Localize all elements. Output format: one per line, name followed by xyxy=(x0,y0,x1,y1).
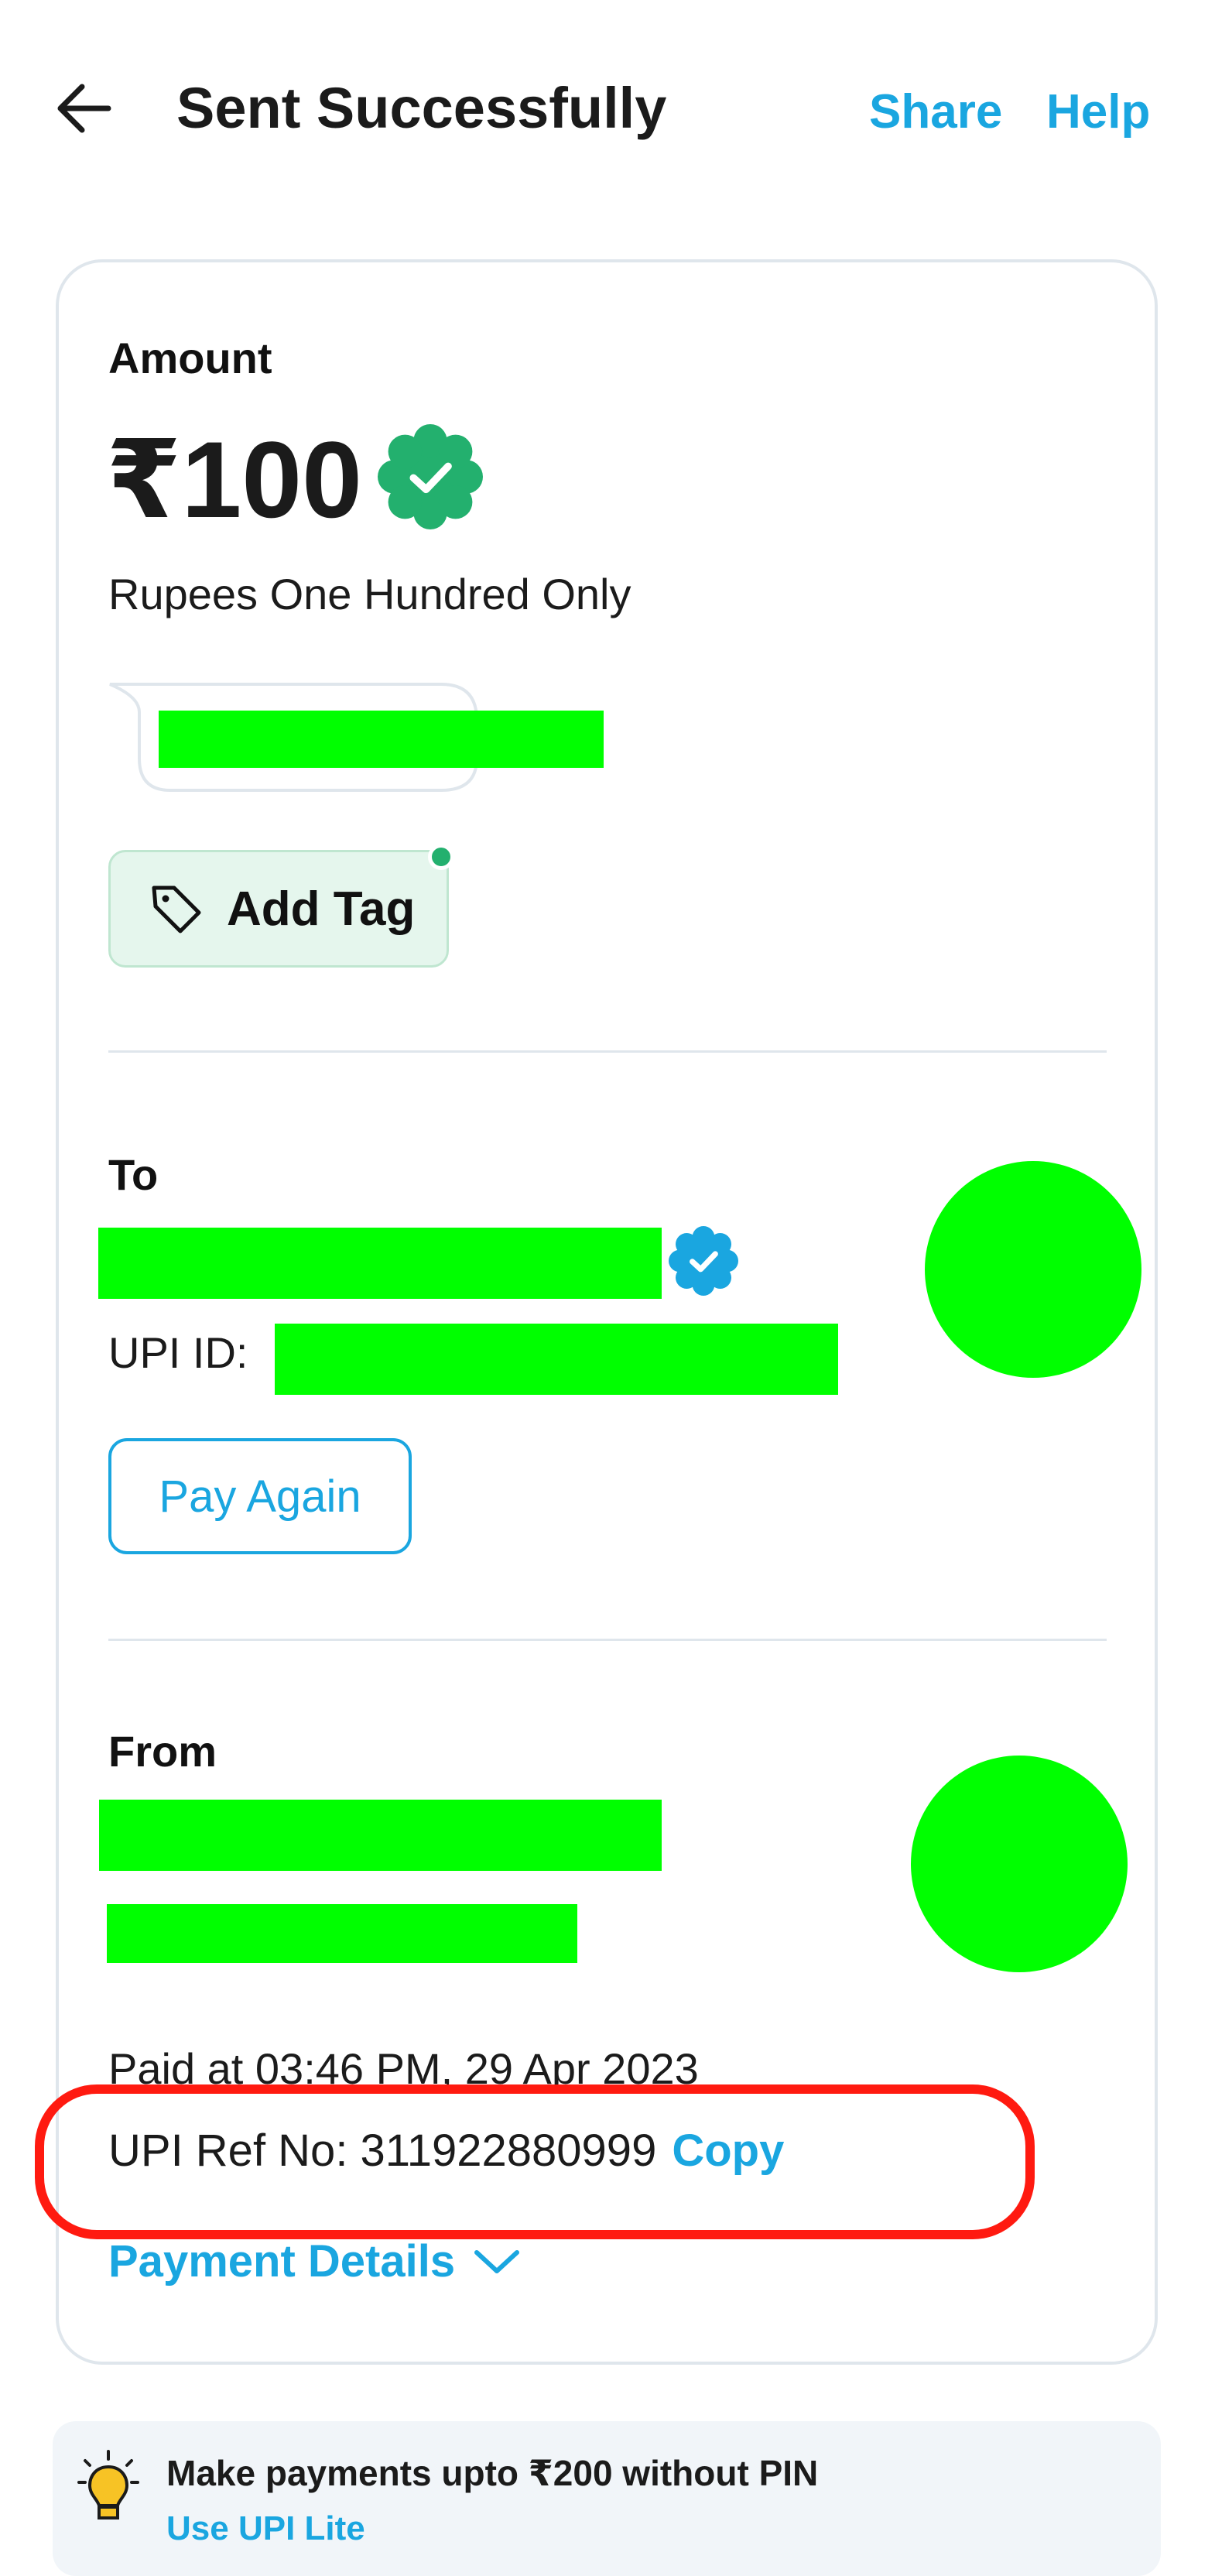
verified-badge-icon xyxy=(378,424,483,529)
payment-details-label: Payment Details xyxy=(108,2236,456,2287)
sender-account-redacted xyxy=(107,1904,577,1963)
sender-avatar xyxy=(911,1756,1128,1972)
paid-at-timestamp: Paid at 03:46 PM, 29 Apr 2023 xyxy=(108,2044,699,2088)
add-tag-button[interactable]: Add Tag xyxy=(108,850,449,968)
new-indicator-dot xyxy=(428,844,454,870)
divider xyxy=(108,1639,1107,1641)
pay-again-button[interactable]: Pay Again xyxy=(108,1438,412,1554)
arrow-left-icon xyxy=(57,84,111,133)
page-title: Sent Successfully xyxy=(176,76,667,140)
back-button[interactable] xyxy=(54,74,132,143)
help-button[interactable]: Help xyxy=(1046,77,1150,147)
use-upi-lite-link[interactable]: Use UPI Lite xyxy=(166,2509,365,2548)
annotation-highlight xyxy=(35,2084,1035,2239)
sender-name-redacted xyxy=(99,1800,662,1871)
upi-id-redacted xyxy=(275,1324,838,1395)
amount-in-words: Rupees One Hundred Only xyxy=(108,570,631,618)
upi-lite-tip-banner[interactable] xyxy=(53,2421,1161,2576)
from-label: From xyxy=(108,1727,217,1776)
note-redacted xyxy=(159,711,604,768)
verified-badge-icon xyxy=(669,1226,738,1296)
lightbulb-icon xyxy=(77,2450,139,2519)
share-button[interactable]: Share xyxy=(869,77,1002,147)
tag-icon xyxy=(152,886,201,933)
upi-id-label: UPI ID: xyxy=(108,1328,248,1377)
to-label: To xyxy=(108,1150,159,1199)
tip-title: Make payments upto ₹200 without PIN xyxy=(166,2453,819,2493)
payment-details-toggle[interactable]: Payment Details xyxy=(108,2235,522,2287)
amount-label: Amount xyxy=(108,334,272,382)
recipient-avatar xyxy=(925,1161,1141,1378)
amount-value: ₹100 xyxy=(106,419,362,540)
add-tag-label: Add Tag xyxy=(227,882,416,936)
divider xyxy=(108,1050,1107,1053)
recipient-name-redacted xyxy=(98,1228,662,1299)
chevron-down-icon xyxy=(474,2249,520,2273)
